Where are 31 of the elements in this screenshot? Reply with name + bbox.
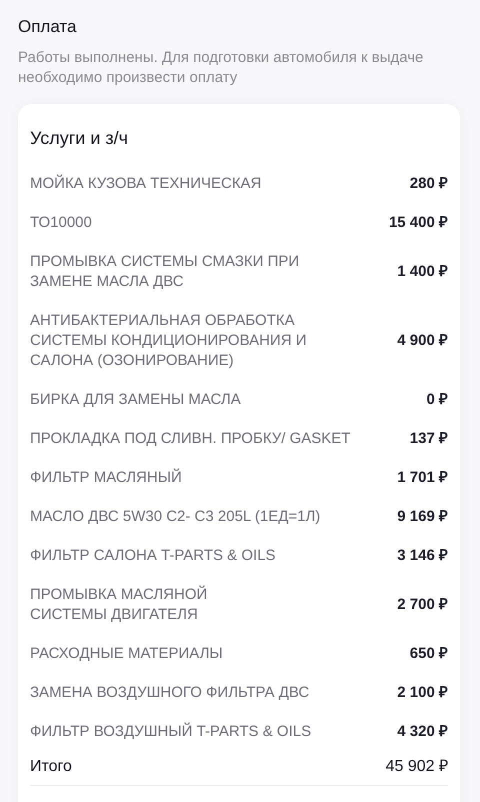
service-price: 1 400 ₽ xyxy=(397,262,448,282)
service-name: ФИЛЬТР САЛОНА T-PARTS & OILS xyxy=(30,546,276,566)
service-name: РАСХОДНЫЕ МАТЕРИАЛЫ xyxy=(30,644,223,664)
service-price: 1 701 ₽ xyxy=(397,468,448,488)
service-name: ПРОМЫВКА МАСЛЯНОЙ СИСТЕМЫ ДВИГАТЕЛЯ xyxy=(30,584,208,624)
service-price: 650 ₽ xyxy=(410,644,448,664)
service-name: ФИЛЬТР ВОЗДУШНЫЙ T-PARTS & OILS xyxy=(30,722,312,742)
service-price: 0 ₽ xyxy=(426,390,448,410)
service-name: ТО10000 xyxy=(30,212,92,232)
service-price: 2 700 ₽ xyxy=(397,594,448,614)
service-name: ПРОМЫВКА СИСТЕМЫ СМАЗКИ ПРИ ЗАМЕНЕ МАСЛА ДВС xyxy=(30,252,300,292)
service-name: ПРОКЛАДКА ПОД СЛИВН. ПРОБКУ/ GASKET xyxy=(30,428,350,448)
service-price: 2 100 ₽ xyxy=(397,682,448,702)
service-price: 280 ₽ xyxy=(410,174,448,194)
service-name: ЗАМЕНА ВОЗДУШНОГО ФИЛЬТРА ДВС xyxy=(30,682,310,702)
service-name: МАСЛО ДВС 5W30 C2- C3 205L (1ЕД=1Л) xyxy=(30,506,320,526)
description-text: Работы выполнены. Для подготовки автомобиля к выдаче необходимо произвести оплату xyxy=(18,48,424,88)
card-title: Услуги и з/ч xyxy=(30,127,130,150)
service-price: 15 400 ₽ xyxy=(388,212,448,232)
service-name: МОЙКА КУЗОВА ТЕХНИЧЕСКАЯ xyxy=(30,174,262,194)
total-label: Итого xyxy=(30,757,72,777)
service-name: ФИЛЬТР МАСЛЯНЫЙ xyxy=(30,468,182,488)
service-price: 4 320 ₽ xyxy=(397,722,448,742)
service-name: АНТИБАКТЕРИАЛЬНАЯ ОБРАБОТКА СИСТЕМЫ КОНДИЦИОНИРОВАНИЯ И САЛОНА (ОЗОНИРОВАНИЕ) xyxy=(30,310,306,370)
service-price: 9 169 ₽ xyxy=(397,506,448,526)
total-value: 45 902 ₽ xyxy=(386,757,448,777)
section-title: Оплата xyxy=(18,16,78,38)
service-price: 3 146 ₽ xyxy=(397,546,448,566)
service-price: 4 900 ₽ xyxy=(397,330,448,350)
service-price: 137 ₽ xyxy=(410,428,448,448)
service-name: БИРКА ДЛЯ ЗАМЕНЫ МАСЛА xyxy=(30,390,241,410)
